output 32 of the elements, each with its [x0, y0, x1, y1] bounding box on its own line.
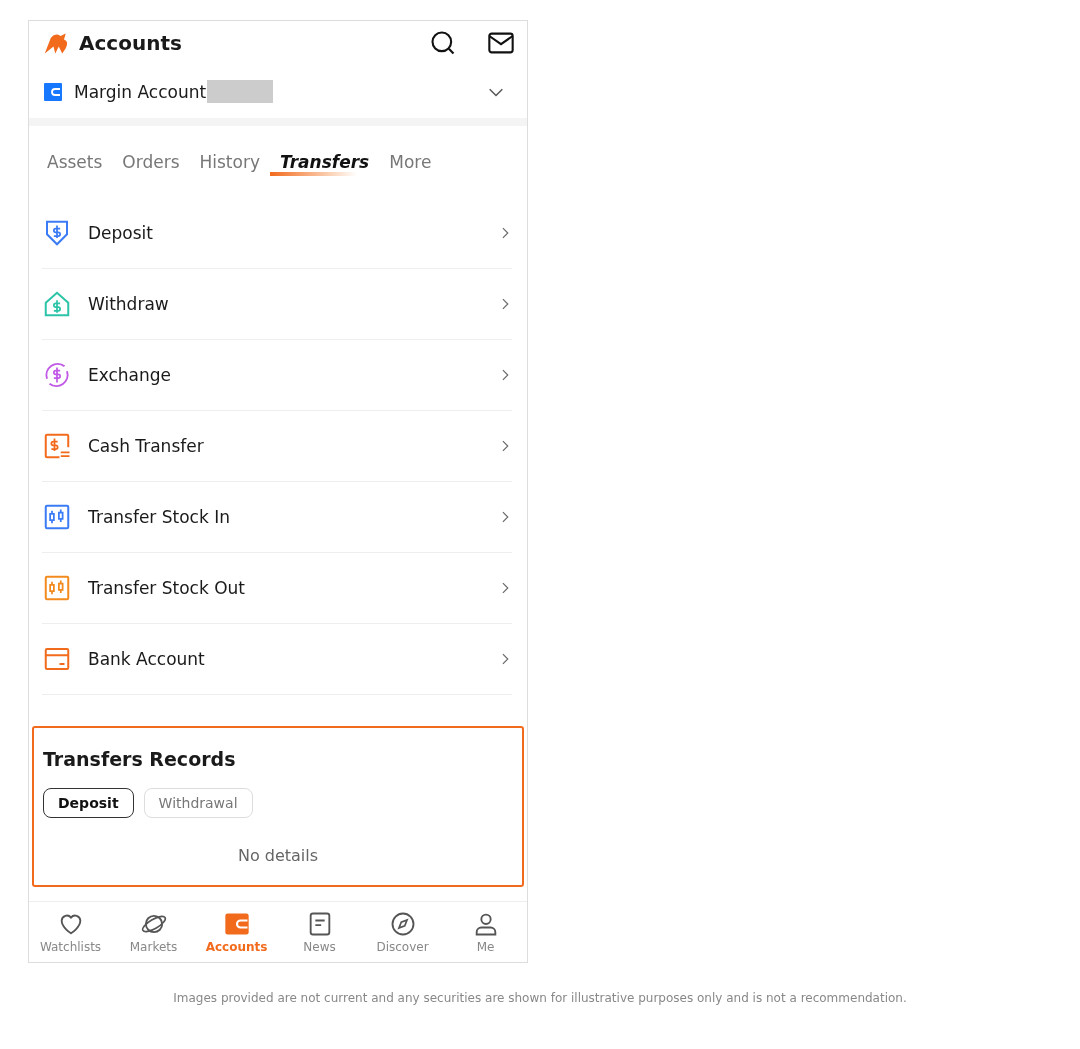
tab[interactable]: History — [189, 148, 270, 176]
page-title: Accounts — [79, 31, 183, 55]
redacted-block — [207, 80, 274, 103]
menu-item[interactable]: Exchange — [42, 340, 512, 411]
menu-item[interactable]: Transfer Stock Out — [42, 553, 512, 624]
candlestick-icon — [42, 502, 72, 532]
section-title: Transfers Records — [43, 748, 237, 770]
menu-item[interactable]: Deposit — [42, 198, 512, 269]
menu-item[interactable]: Cash Transfer — [42, 411, 512, 482]
menu-item[interactable]: Bank Account — [42, 624, 512, 695]
candlestick-icon — [42, 573, 72, 603]
menu-item[interactable]: Transfer Stock In — [42, 482, 512, 553]
tab[interactable]: Assets — [37, 148, 113, 176]
nav-tab[interactable]: Markets — [112, 902, 195, 962]
menu-item[interactable]: Withdraw — [42, 269, 512, 340]
nav-tab[interactable]: Discover — [361, 902, 444, 962]
filter-chip[interactable]: Deposit — [43, 788, 134, 818]
nav-tab[interactable]: News — [278, 902, 361, 962]
wallet-icon — [44, 82, 62, 101]
empty-message: No details — [236, 846, 320, 865]
circular-dollar-icon — [42, 360, 72, 390]
disclaimer-text: Images provided are not current and any securities are shown for illustrative purposes only and is not a recommendation. — [172, 991, 908, 1005]
tab[interactable]: Orders — [112, 148, 190, 176]
search-icon[interactable] — [429, 29, 457, 57]
nav-tab[interactable]: Me — [444, 902, 527, 962]
filter-chip[interactable]: Withdrawal — [143, 788, 253, 818]
nav-tab[interactable]: Accounts — [195, 902, 278, 962]
tab[interactable]: More — [379, 148, 442, 176]
dollar-transfer-icon — [42, 431, 72, 461]
account-name[interactable]: Margin Account — [74, 81, 207, 102]
house-dollar-icon — [42, 289, 72, 319]
nav-tab[interactable]: Watchlists — [29, 902, 112, 962]
